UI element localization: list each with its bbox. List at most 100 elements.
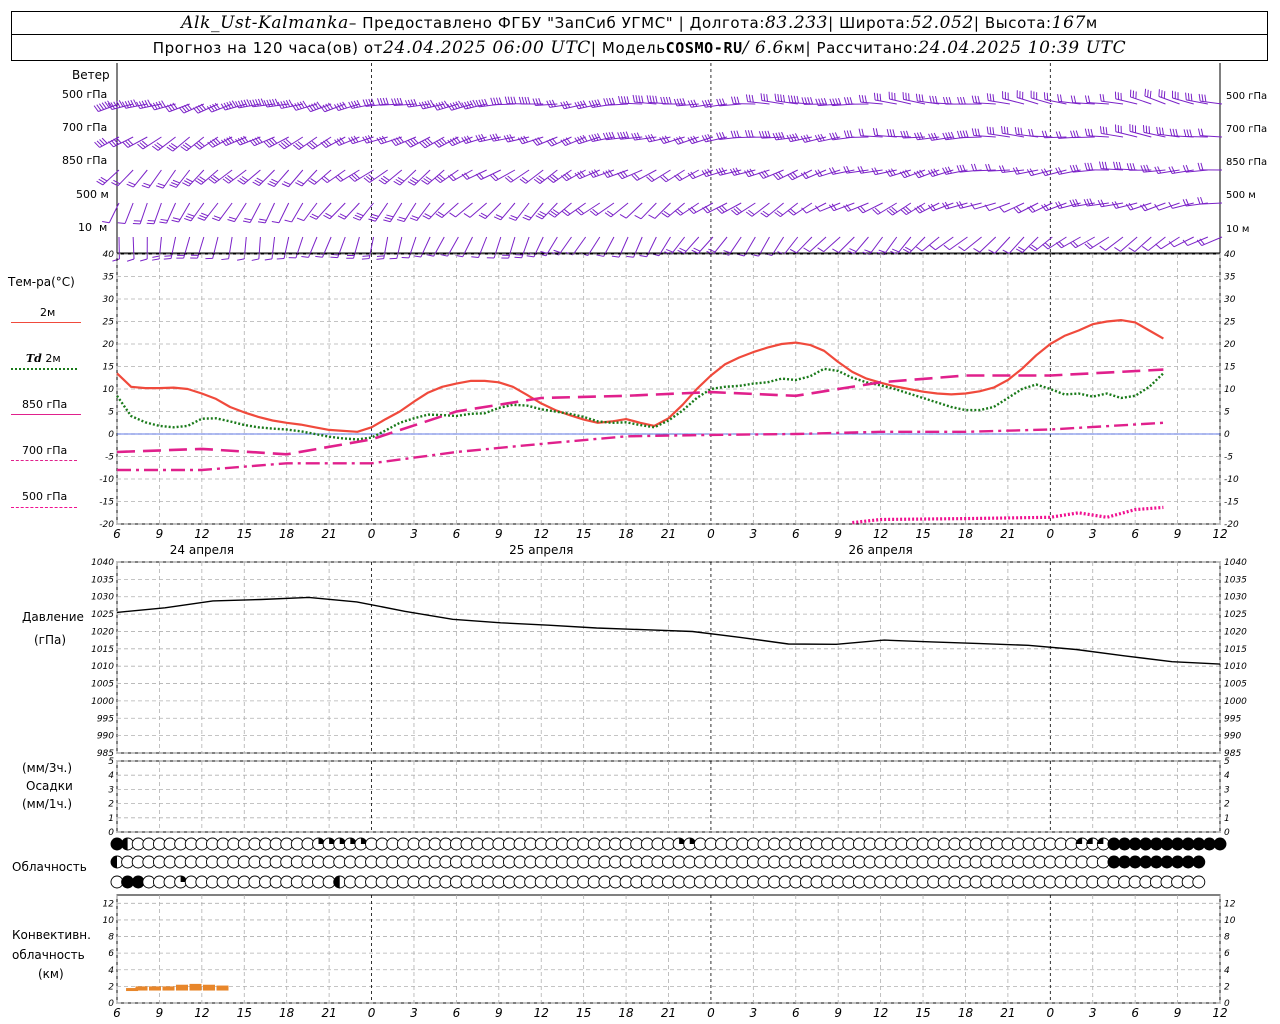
wind-barb-flag <box>160 218 168 221</box>
wind-barb-flag <box>411 177 419 182</box>
wind-barb-flag <box>673 98 678 107</box>
wind-barb-flag <box>376 258 384 260</box>
wind-barb-flag <box>1102 94 1105 102</box>
time-tick-label-bottom: 18 <box>279 1006 295 1020</box>
wind-barb-flag <box>127 100 132 108</box>
wind-barb-shaft <box>132 236 135 260</box>
wind-barb-flag <box>1189 129 1193 137</box>
wind-barb-flag <box>1058 167 1063 174</box>
wind-barb-flag <box>1104 161 1108 170</box>
wind-barb-flag <box>240 100 245 108</box>
wind-barb-shaft <box>124 202 134 224</box>
wind-barb-flag <box>397 218 405 223</box>
wind-barb-flag <box>350 101 356 109</box>
wind-barb-flag <box>1157 166 1162 174</box>
wind-barb-flag <box>646 95 650 103</box>
wind-barb-flag <box>228 216 237 220</box>
conv-ytick-left: 4 <box>108 966 114 976</box>
wind-barb-flag <box>1159 127 1162 135</box>
wind-barb-flag <box>957 96 961 105</box>
wind-barb-flag <box>889 129 893 137</box>
time-tick-label-bottom: 21 <box>321 1006 336 1020</box>
wind-barb-flag <box>271 220 280 224</box>
wind-barb-shaft <box>455 202 473 218</box>
wind-barb-flag <box>169 184 177 188</box>
wind-barb-shaft <box>344 202 360 220</box>
time-tick-label: 0 <box>707 527 715 541</box>
wind-barb-shaft <box>1134 236 1152 252</box>
time-tick-label: 12 <box>194 527 209 541</box>
temperature-ytick-right: -5 <box>1224 453 1233 463</box>
wind-barb-flag <box>619 214 627 219</box>
wind-barb-flag <box>331 253 339 256</box>
wind-barb-flag <box>973 247 981 253</box>
wind-barb-flag <box>1204 94 1207 102</box>
precip-ytick-left: 0 <box>108 828 114 838</box>
wind-barb-flag <box>971 95 975 103</box>
wind-barb-flag <box>1197 197 1201 205</box>
wind-barb-shaft <box>1185 135 1208 138</box>
cloud-cover-quarter <box>1076 838 1083 844</box>
wind-barb-flag <box>1075 130 1079 138</box>
wind-barb-flag <box>311 213 319 218</box>
wind-barb-shaft <box>162 169 176 189</box>
wind-barb-flag <box>426 254 434 257</box>
wind-barb-flag <box>1128 247 1136 252</box>
wind-barb-shaft <box>148 169 162 189</box>
wind-barb-flag <box>928 133 933 141</box>
precip-ytick-left: 5 <box>108 757 114 767</box>
wind-barb-flag <box>876 93 879 101</box>
conv-cloud-bar <box>176 984 188 991</box>
pressure-ytick-right: 1000 <box>1224 697 1247 707</box>
cloud-cover-half <box>333 876 340 888</box>
time-tick-label-bottom: 12 <box>873 1006 888 1020</box>
wind-barb-flag <box>330 256 338 259</box>
wind-barb-flag <box>751 94 754 103</box>
time-tick-label-bottom: 12 <box>194 1006 209 1020</box>
time-tick-label-bottom: 18 <box>618 1006 634 1020</box>
wind-barb-flag <box>469 100 475 108</box>
wind-barb-flag <box>989 126 992 135</box>
wind-barb-flag <box>596 133 602 141</box>
wind-barb-flag <box>495 214 503 219</box>
precip-ytick-left: 2 <box>108 800 114 810</box>
wind-barb-flag <box>750 130 754 138</box>
precip-ytick-left: 1 <box>108 814 114 824</box>
wind-barb-flag <box>633 132 638 140</box>
precip-ytick-left: 3 <box>108 785 114 795</box>
wind-barb-flag <box>708 248 716 253</box>
wind-barb-shaft <box>295 236 304 259</box>
wind-barb-flag <box>1087 162 1091 171</box>
wind-barb-flag <box>635 95 638 103</box>
wind-barb-shaft <box>610 202 629 218</box>
wind-barb-flag <box>495 97 500 105</box>
wind-barb-flag <box>1168 166 1173 174</box>
wind-barb-flag <box>582 100 588 108</box>
wind-barb-shaft <box>683 236 700 254</box>
wind-barb-flag <box>213 215 221 219</box>
wind-barb-shaft <box>670 236 686 255</box>
wind-barb-flag <box>172 179 180 184</box>
wind-barb-shaft <box>783 236 799 255</box>
wind-barb-shaft <box>949 236 968 251</box>
wind-barb-flag <box>1031 128 1034 137</box>
precip-ytick-right: 3 <box>1224 785 1230 795</box>
wind-level-label-right: 500 гПа <box>1226 91 1267 102</box>
wind-barb-flag <box>493 97 497 105</box>
wind-barb-flag <box>730 130 734 138</box>
wind-barb-flag <box>594 133 599 141</box>
wind-barb-flag <box>704 134 709 142</box>
wind-barb-flag <box>965 130 969 138</box>
wind-barb-flag <box>620 96 624 104</box>
wind-barb-shaft <box>258 169 275 186</box>
conv-cloud-bar <box>149 986 161 991</box>
wind-barb-flag <box>242 220 251 223</box>
wind-barb-flag <box>252 181 260 187</box>
wind-barb-shaft <box>218 202 233 221</box>
wind-barb-flag <box>352 216 361 221</box>
wind-barb-shaft <box>572 236 587 256</box>
wind-barb-flag <box>361 258 370 260</box>
wind-barb-flag <box>254 179 262 185</box>
wind-barb-flag <box>283 181 291 186</box>
pressure-ytick-right: 1030 <box>1224 593 1247 603</box>
